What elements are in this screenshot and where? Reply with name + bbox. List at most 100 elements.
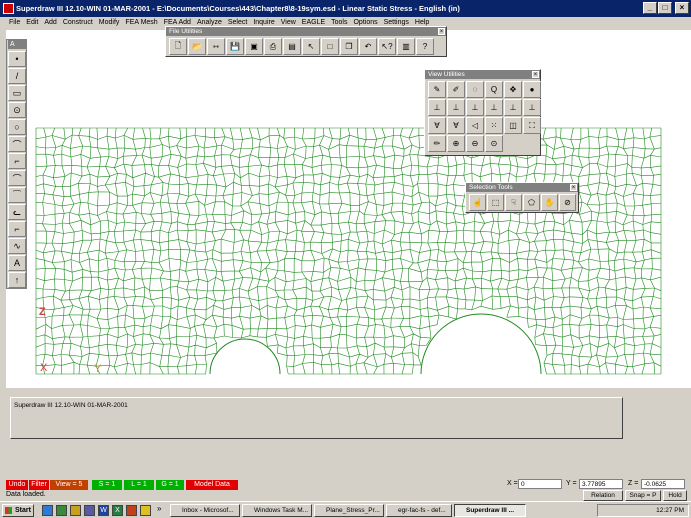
print-icon[interactable]: ⎙: [264, 38, 282, 55]
undo-button[interactable]: Undo: [6, 480, 28, 490]
zoom-window-icon[interactable]: Q: [485, 81, 503, 98]
menu-add[interactable]: Add: [41, 17, 59, 28]
save-icon[interactable]: 💾: [226, 38, 244, 55]
fillet-icon[interactable]: ⌐: [8, 153, 26, 169]
rectangle-icon[interactable]: ▭: [8, 85, 26, 101]
circle-center-icon[interactable]: ⊙: [8, 102, 26, 118]
curve-icon[interactable]: ∿: [8, 238, 26, 254]
filter-button[interactable]: Filter: [29, 480, 49, 490]
file-utilities-close-button[interactable]: ×: [438, 28, 445, 35]
view-iso3-icon[interactable]: ⊥: [523, 99, 541, 116]
g-button[interactable]: G = 1: [156, 480, 184, 490]
view-xy-icon[interactable]: ⊥: [428, 99, 446, 116]
model-data-button[interactable]: Model Data: [186, 480, 238, 490]
hole-boundary-1[interactable]: [209, 338, 281, 375]
powerpoint-icon[interactable]: [126, 505, 137, 516]
arrow-up-icon[interactable]: ↑: [8, 272, 26, 288]
selection-tools-close-button[interactable]: ×: [570, 184, 577, 191]
mesh-elements[interactable]: [35, 127, 662, 375]
z-coord-field[interactable]: -0.0625: [641, 479, 685, 489]
pen-icon[interactable]: ✏: [428, 135, 446, 152]
view-button[interactable]: View = 5: [50, 480, 88, 490]
view-iso2-icon[interactable]: ⊥: [504, 99, 522, 116]
conic-icon[interactable]: ⌐: [8, 221, 26, 237]
task-plane-stress[interactable]: Plane_Stress_Pr...: [314, 504, 384, 517]
graphics-canvas[interactable]: [6, 30, 691, 388]
blank-icon[interactable]: □: [321, 38, 339, 55]
ie-icon[interactable]: [42, 505, 53, 516]
open-folder-icon[interactable]: 📂: [188, 38, 206, 55]
point-icon[interactable]: •: [8, 51, 26, 67]
view-yz-icon[interactable]: ⊥: [447, 99, 465, 116]
relation-button[interactable]: Relation: [583, 490, 623, 501]
arc-tangent-icon[interactable]: ⁀: [8, 187, 26, 203]
line-icon[interactable]: /: [8, 68, 26, 84]
view-utilities-close-button[interactable]: ×: [532, 71, 539, 78]
task-inbox[interactable]: Inbox - Microsof...: [170, 504, 240, 517]
deselect-icon[interactable]: ⊘: [559, 194, 576, 211]
arc-icon[interactable]: ⌒: [8, 136, 26, 152]
menu-construct[interactable]: Construct: [60, 17, 96, 28]
view-oblique2-icon[interactable]: ∀: [447, 117, 465, 134]
screen-icon[interactable]: ▥: [397, 38, 415, 55]
excel-icon[interactable]: X: [112, 505, 123, 516]
view-box-icon[interactable]: ◫: [504, 117, 522, 134]
task-task-manager[interactable]: Windows Task M...: [242, 504, 312, 517]
maximize-button[interactable]: □: [658, 2, 672, 14]
desktop-icon[interactable]: [56, 505, 67, 516]
menu-fea-mesh[interactable]: FEA Mesh: [122, 17, 160, 28]
explorer-icon[interactable]: [84, 505, 95, 516]
undo-icon[interactable]: ↶: [359, 38, 377, 55]
x-coord-field[interactable]: 0: [518, 479, 562, 489]
task-superdraw[interactable]: Superdraw III ...: [454, 504, 526, 517]
mesh-drawing[interactable]: [6, 30, 691, 388]
view-dim-icon[interactable]: ◁: [466, 117, 484, 134]
file-utilities-title[interactable]: File Utilities: [166, 27, 446, 36]
select-box-icon[interactable]: ⬚: [487, 194, 504, 211]
spline-icon[interactable]: ᓚ: [8, 204, 26, 220]
plot-icon[interactable]: ▤: [283, 38, 301, 55]
hold-button[interactable]: Hold: [663, 490, 687, 501]
select-poly-icon[interactable]: ⬠: [523, 194, 540, 211]
hole-boundary-2[interactable]: [420, 313, 542, 375]
menu-file[interactable]: File: [6, 17, 23, 28]
shade-icon[interactable]: ✐: [447, 81, 465, 98]
arc3-icon[interactable]: ⌒: [8, 170, 26, 186]
app-icon[interactable]: [3, 3, 14, 14]
clock[interactable]: 12:27 PM: [656, 507, 684, 514]
text-icon[interactable]: A: [8, 255, 26, 271]
window-title-bar[interactable]: Superdraw III 12.10-WIN 01-MAR-2001 - E:…: [0, 0, 691, 17]
select-multi-icon[interactable]: ☟: [505, 194, 522, 211]
view-utilities-title[interactable]: View Utilities: [425, 70, 540, 79]
sphere-icon[interactable]: ●: [523, 81, 541, 98]
whats-this-icon[interactable]: ↖?: [378, 38, 396, 55]
quicklaunch-overflow[interactable]: »: [157, 504, 161, 513]
circle-icon[interactable]: ○: [8, 119, 26, 135]
new-file-icon[interactable]: 🗋: [169, 38, 187, 55]
l-button[interactable]: L = 1: [124, 480, 154, 490]
view-points-icon[interactable]: ⁙: [485, 117, 503, 134]
help-icon[interactable]: ?: [416, 38, 434, 55]
zoom-in-icon[interactable]: ⊕: [447, 135, 465, 152]
pan-icon[interactable]: ✥: [504, 81, 522, 98]
view-oblique-icon[interactable]: ∀: [428, 117, 446, 134]
view-xz-icon[interactable]: ⊥: [466, 99, 484, 116]
view-all-icon[interactable]: ⛶: [523, 117, 541, 134]
merge-icon[interactable]: ⇿: [207, 38, 225, 55]
app-shortcut-icon[interactable]: [140, 505, 151, 516]
save-as-icon[interactable]: ▣: [245, 38, 263, 55]
snap-button[interactable]: Snap = P: [625, 490, 661, 501]
s-button[interactable]: S = 1: [92, 480, 122, 490]
menu-modify[interactable]: Modify: [96, 17, 123, 28]
minimize-button[interactable]: _: [643, 2, 657, 14]
menu-edit[interactable]: Edit: [23, 17, 41, 28]
select-pointer-icon[interactable]: ☝: [469, 194, 486, 211]
rotate-icon[interactable]: ◌: [466, 81, 484, 98]
start-button[interactable]: Start: [2, 504, 34, 517]
selection-tools-title[interactable]: Selection Tools: [466, 183, 578, 192]
redraw-icon[interactable]: ✎: [428, 81, 446, 98]
word-icon[interactable]: W: [98, 505, 109, 516]
zoom-out-icon[interactable]: ⊖: [466, 135, 484, 152]
view-iso-icon[interactable]: ⊥: [485, 99, 503, 116]
toolbar-header[interactable]: A: [8, 40, 26, 49]
